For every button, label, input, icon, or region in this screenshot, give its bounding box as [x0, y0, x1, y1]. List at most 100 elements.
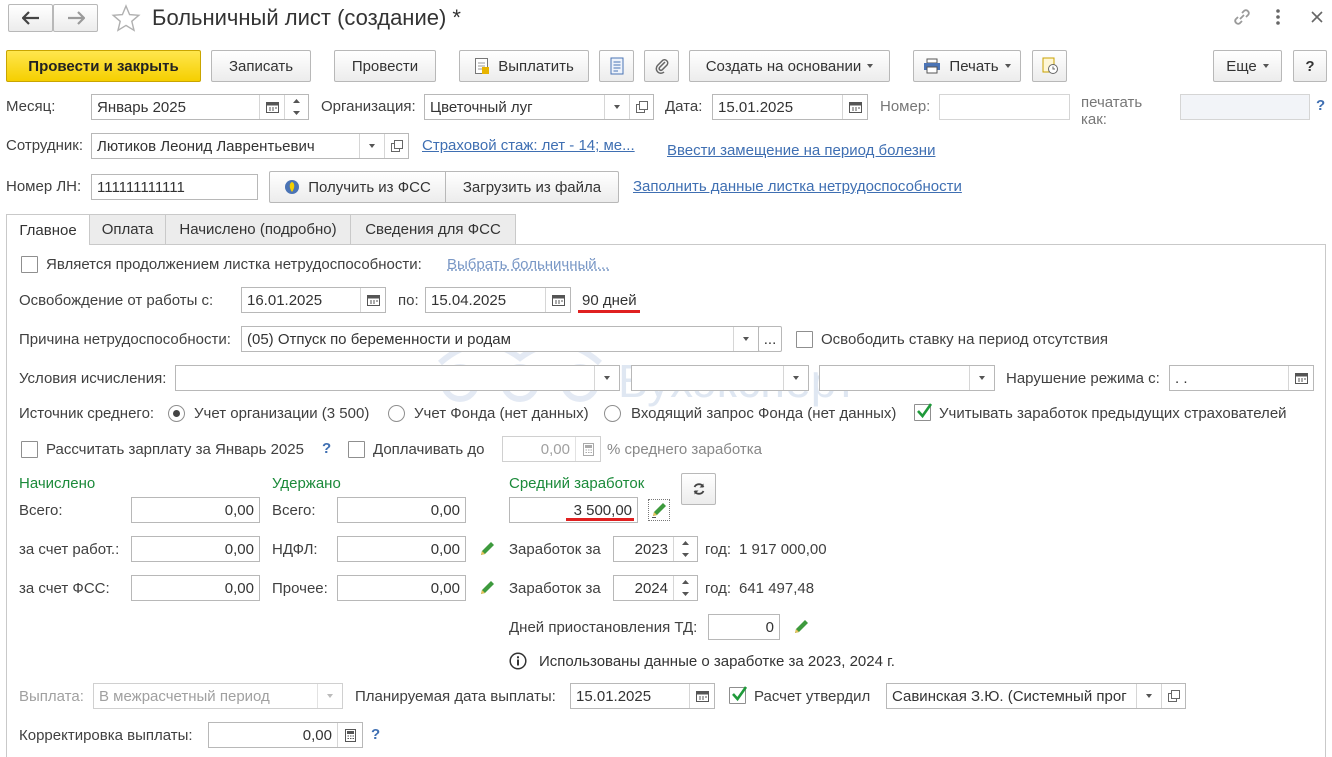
- post-button[interactable]: Провести: [334, 50, 436, 82]
- create-based-label: Создать на основании: [705, 57, 862, 75]
- condition-3-select[interactable]: [819, 365, 995, 391]
- prev-insurers-checkbox[interactable]: [914, 403, 933, 421]
- calc-salary-help-link[interactable]: ?: [322, 440, 331, 458]
- link-icon[interactable]: [1231, 6, 1253, 28]
- release-from-input[interactable]: 16.01.2025: [241, 287, 386, 313]
- organization-dropdown-button[interactable]: [604, 95, 629, 119]
- date-input[interactable]: 15.01.2025: [712, 94, 868, 120]
- pay-button[interactable]: Выплатить: [459, 50, 589, 82]
- month-calendar-button[interactable]: [259, 95, 284, 119]
- header-help-link[interactable]: ?: [1316, 97, 1325, 115]
- source-fund-radio[interactable]: [388, 405, 405, 422]
- employee-select[interactable]: Лютиков Леонид Лаврентьевич: [91, 133, 409, 159]
- release-to-calendar-button[interactable]: [545, 288, 570, 312]
- topup-calculator-button[interactable]: [575, 437, 600, 461]
- violation-date-input[interactable]: . .: [1169, 365, 1314, 391]
- approved-by-open-button[interactable]: [1161, 684, 1185, 708]
- calculator-icon: [344, 728, 356, 742]
- correction-help-link[interactable]: ?: [371, 726, 380, 744]
- choose-sick-leave-link[interactable]: Выбрать больничный...: [447, 256, 609, 274]
- tab-fss-info[interactable]: Сведения для ФСС: [350, 214, 516, 244]
- create-based-button[interactable]: Создать на основании: [689, 50, 890, 82]
- topup-checkbox[interactable]: [348, 441, 365, 458]
- attach-button[interactable]: [644, 50, 679, 82]
- load-from-file-button[interactable]: Загрузить из файла: [445, 171, 619, 203]
- condition-1-dropdown-button[interactable]: [594, 366, 619, 390]
- condition-2-dropdown-button[interactable]: [783, 366, 808, 390]
- earnings-year-2-spinner[interactable]: [673, 576, 697, 600]
- pencil-edit-icon[interactable]: [792, 618, 810, 636]
- refresh-average-button[interactable]: [681, 473, 716, 505]
- reason-dropdown-button[interactable]: [733, 327, 758, 351]
- free-rate-checkbox[interactable]: [796, 331, 813, 348]
- source-org-radio[interactable]: [168, 405, 185, 422]
- reason-select[interactable]: (05) Отпуск по беременности и родам: [241, 326, 759, 352]
- save-button[interactable]: Записать: [211, 50, 311, 82]
- release-to-value: 15.04.2025: [431, 291, 507, 309]
- violation-calendar-button[interactable]: [1288, 366, 1313, 390]
- more-button[interactable]: Еще: [1213, 50, 1282, 82]
- organization-select[interactable]: Цветочный луг: [424, 94, 654, 120]
- condition-2-select[interactable]: [631, 365, 809, 391]
- get-from-fss-button[interactable]: Получить из ФСС: [269, 171, 446, 203]
- approved-by-dropdown-button[interactable]: [1136, 684, 1161, 708]
- tab-accrued-detail[interactable]: Начислено (подробно): [165, 214, 351, 244]
- reason-label: Причина нетрудоспособности:: [19, 331, 231, 348]
- payout-select[interactable]: В межрасчетный период: [93, 683, 343, 709]
- source-request-radio[interactable]: [604, 405, 621, 422]
- release-to-input[interactable]: 15.04.2025: [425, 287, 571, 313]
- help-button[interactable]: ?: [1293, 50, 1327, 82]
- planned-date-input[interactable]: 15.01.2025: [570, 683, 715, 709]
- topup-input[interactable]: 0,00: [502, 436, 601, 462]
- tab-main[interactable]: Главное: [6, 214, 90, 245]
- forward-button[interactable]: [53, 4, 98, 32]
- document-clock-icon: [1041, 57, 1059, 75]
- planned-date-calendar-button[interactable]: [689, 684, 714, 708]
- calc-salary-checkbox[interactable]: [21, 441, 38, 458]
- approved-by-select[interactable]: Савинская З.Ю. (Системный прог: [886, 683, 1186, 709]
- pencil-edit-icon[interactable]: [478, 540, 496, 558]
- employee-open-button[interactable]: [384, 134, 408, 158]
- date-calendar-button[interactable]: [842, 95, 867, 119]
- reason-select-more-button[interactable]: ...: [758, 326, 782, 352]
- tab-payment[interactable]: Оплата: [89, 214, 166, 244]
- earnings-year-1-spinner[interactable]: [673, 537, 697, 561]
- print-as-input[interactable]: [1180, 94, 1310, 120]
- condition-1-select[interactable]: [175, 365, 620, 391]
- release-from-calendar-button[interactable]: [360, 288, 385, 312]
- post-and-close-button[interactable]: Провести и закрыть: [6, 50, 201, 82]
- fss-field: 0,00: [131, 575, 260, 601]
- substitution-link[interactable]: Ввести замещение на период болезни: [667, 142, 935, 160]
- journal-button[interactable]: [599, 50, 634, 82]
- back-button[interactable]: [8, 4, 53, 32]
- continuation-checkbox[interactable]: [21, 256, 38, 273]
- month-input[interactable]: Январь 2025: [91, 94, 309, 120]
- more-vertical-icon[interactable]: [1274, 8, 1282, 26]
- correction-calculator-button[interactable]: [337, 723, 362, 747]
- star-favorite-icon[interactable]: [111, 4, 141, 32]
- approved-checkbox[interactable]: [729, 686, 748, 704]
- correction-input[interactable]: 0,00: [208, 722, 363, 748]
- fill-sick-leave-link[interactable]: Заполнить данные листка нетрудоспособнос…: [633, 178, 962, 196]
- organization-open-button[interactable]: [629, 95, 653, 119]
- print-button[interactable]: Печать: [913, 50, 1021, 82]
- month-spinner[interactable]: [284, 95, 308, 119]
- payout-dropdown-button[interactable]: [317, 684, 342, 708]
- earnings-year-1-input[interactable]: 2023: [613, 536, 698, 562]
- number-input[interactable]: [939, 94, 1070, 120]
- suspension-input[interactable]: 0: [708, 614, 780, 640]
- pencil-edit-icon[interactable]: [648, 499, 670, 521]
- employee-dropdown-button[interactable]: [359, 134, 384, 158]
- report-button[interactable]: [1032, 50, 1067, 82]
- earnings-year-2-input[interactable]: 2024: [613, 575, 698, 601]
- violation-date-value: . .: [1175, 369, 1188, 387]
- pencil-edit-icon[interactable]: [478, 579, 496, 597]
- source-label: Источник среднего:: [19, 405, 155, 422]
- calendar-icon: [366, 294, 380, 306]
- close-icon[interactable]: [1311, 11, 1323, 23]
- insurance-experience-link[interactable]: Страховой стаж: лет - 14; ме...: [422, 137, 635, 155]
- ln-number-input[interactable]: 111111111111: [91, 174, 258, 200]
- condition-3-dropdown-button[interactable]: [969, 366, 994, 390]
- pay-button-label: Выплатить: [498, 57, 574, 75]
- topup-suffix: % среднего заработка: [607, 441, 763, 458]
